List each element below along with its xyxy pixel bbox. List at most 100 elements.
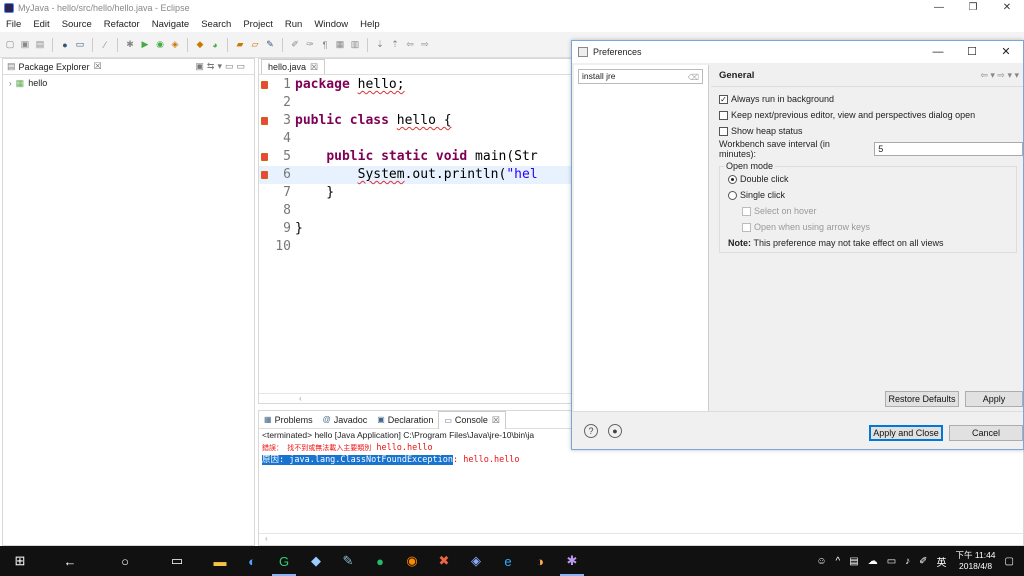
- tab-problems[interactable]: ▦ Problems: [259, 411, 318, 429]
- edge-icon[interactable]: e: [492, 546, 524, 576]
- terminal-icon[interactable]: ▭: [74, 39, 86, 51]
- code-line[interactable]: public class hello {: [295, 112, 571, 130]
- view-toolbar-icons[interactable]: ▣⇆▾▭▭: [195, 61, 248, 72]
- filter-input[interactable]: install jre ⌫: [578, 69, 703, 84]
- volume-icon[interactable]: ♪: [905, 556, 910, 567]
- console-scrollbar[interactable]: ‹: [259, 533, 1023, 545]
- horizontal-scrollbar[interactable]: ‹: [259, 393, 571, 403]
- run-icon[interactable]: ▶: [139, 39, 151, 51]
- highlight-icon[interactable]: ✑: [304, 39, 316, 51]
- code-line[interactable]: [295, 94, 571, 112]
- dialog-close-button[interactable]: ✕: [989, 41, 1023, 63]
- new-icon[interactable]: ▢: [4, 39, 16, 51]
- checkbox[interactable]: [719, 126, 728, 136]
- menu-file[interactable]: File: [0, 19, 27, 30]
- code-line[interactable]: [295, 202, 571, 220]
- close-view-icon[interactable]: ☒: [94, 61, 102, 72]
- menu-navigate[interactable]: Navigate: [146, 19, 196, 30]
- console-output-line[interactable]: 原因: java.lang.ClassNotFoundException: he…: [259, 453, 1023, 465]
- close-tab-icon[interactable]: ☒: [310, 62, 318, 73]
- file-explorer-icon[interactable]: ▬: [204, 546, 236, 576]
- pen-icon[interactable]: ✐: [919, 556, 927, 567]
- search-icon[interactable]: ○: [100, 546, 150, 576]
- open-type-icon[interactable]: ▰: [234, 39, 246, 51]
- dialog-minimize-button[interactable]: —: [921, 41, 955, 63]
- page-nav-icons[interactable]: ⇦ ▾ ⇨ ▾ ▾: [980, 70, 1019, 81]
- skip-breakpoints-icon[interactable]: ⁄: [99, 39, 111, 51]
- code-area[interactable]: package hello; public class hello { publ…: [295, 76, 571, 396]
- clear-filter-icon[interactable]: ⌫: [688, 71, 699, 84]
- import-export-icon[interactable]: ●: [608, 424, 622, 438]
- menu-source[interactable]: Source: [56, 19, 98, 30]
- editor-tab-hello-java[interactable]: hello.java ☒: [261, 59, 326, 74]
- minimize-button[interactable]: —: [922, 0, 956, 16]
- block-select-icon[interactable]: ▦: [334, 39, 346, 51]
- menu-edit[interactable]: Edit: [27, 19, 55, 30]
- single-click-radio[interactable]: Single click: [720, 187, 1016, 203]
- new-class-icon[interactable]: ◕: [209, 39, 221, 51]
- next-annotation-icon[interactable]: ⇣: [374, 39, 386, 51]
- keep-dialog-open-checkbox[interactable]: Keep next/previous editor, view and pers…: [711, 107, 1023, 123]
- checkbox-checked[interactable]: ✓: [719, 94, 728, 104]
- apply-and-close-button[interactable]: Apply and Close: [869, 425, 943, 441]
- show-whitespace-icon[interactable]: ▥: [349, 39, 361, 51]
- help-icon[interactable]: ?: [584, 424, 598, 438]
- chrome-google-icon[interactable]: G: [268, 546, 300, 576]
- code-line[interactable]: }: [295, 184, 571, 202]
- paint-icon[interactable]: ✎: [332, 546, 364, 576]
- code-line[interactable]: public static void main(Str: [295, 148, 571, 166]
- debug-icon[interactable]: ✱: [124, 39, 136, 51]
- new-java-project-icon[interactable]: ◆: [194, 39, 206, 51]
- code-line[interactable]: System.out.println("hel: [295, 166, 571, 184]
- code-line[interactable]: }: [295, 220, 571, 238]
- task-view-icon[interactable]: ▭: [150, 546, 204, 576]
- xampp-icon[interactable]: ✖: [428, 546, 460, 576]
- code-editor[interactable]: hello.java ☒ 1 2 3 4 5 6 7 8 9 10 packag…: [258, 58, 572, 404]
- restore-button[interactable]: ❐: [956, 0, 990, 16]
- save-icon[interactable]: ▣: [19, 39, 31, 51]
- coverage-icon[interactable]: ◉: [154, 39, 166, 51]
- annotation-icon[interactable]: ✐: [289, 39, 301, 51]
- back-arrow-icon[interactable]: ←: [40, 546, 100, 576]
- open-task-icon[interactable]: ▱: [249, 39, 261, 51]
- workbench-interval-input[interactable]: 5: [874, 142, 1023, 156]
- package-explorer-tab[interactable]: Package Explorer: [19, 62, 90, 72]
- close-console-icon[interactable]: ☒: [492, 415, 500, 426]
- restore-defaults-button[interactable]: Restore Defaults: [885, 391, 959, 407]
- cancel-button[interactable]: Cancel: [949, 425, 1023, 441]
- menu-run[interactable]: Run: [279, 19, 308, 30]
- whitespace-icon[interactable]: ¶: [319, 39, 331, 51]
- media-player-icon[interactable]: ◐: [236, 546, 268, 576]
- tab-console[interactable]: ▭ Console ☒: [438, 410, 506, 429]
- tab-declaration[interactable]: ▣ Declaration: [372, 411, 438, 429]
- taskbar-clock[interactable]: 下午 11:44 2018/4/8: [956, 550, 996, 572]
- tab-javadoc[interactable]: @ Javadoc: [318, 411, 373, 429]
- firefox-icon[interactable]: ◉: [396, 546, 428, 576]
- menu-refactor[interactable]: Refactor: [98, 19, 146, 30]
- line-messenger-icon[interactable]: ●: [364, 546, 396, 576]
- network-icon[interactable]: ▭: [887, 556, 896, 567]
- back-icon[interactable]: ⇦: [404, 39, 416, 51]
- double-click-radio[interactable]: Double click: [720, 171, 1016, 187]
- external-tools-icon[interactable]: ◈: [169, 39, 181, 51]
- ime-indicator[interactable]: 英: [937, 554, 947, 569]
- eclipse-icon[interactable]: ◑: [524, 546, 556, 576]
- eclipse-running-icon[interactable]: ✱: [556, 546, 588, 576]
- show-hidden-icon[interactable]: ^: [836, 556, 841, 567]
- search-icon[interactable]: ✎: [264, 39, 276, 51]
- menu-help[interactable]: Help: [354, 19, 386, 30]
- people-icon[interactable]: ☺: [816, 556, 826, 567]
- save-all-icon[interactable]: ▤: [34, 39, 46, 51]
- code-line[interactable]: package hello;: [295, 76, 571, 94]
- close-button[interactable]: ✕: [990, 0, 1024, 16]
- virtualbox-icon[interactable]: ◈: [460, 546, 492, 576]
- apply-button[interactable]: Apply: [965, 391, 1023, 407]
- notifications-icon[interactable]: ▢: [1005, 556, 1014, 567]
- checkbox[interactable]: [719, 110, 728, 120]
- windows-start-icon[interactable]: ⊞: [0, 546, 40, 576]
- menu-window[interactable]: Window: [308, 19, 354, 30]
- onedrive-icon[interactable]: ☁: [868, 556, 878, 567]
- menu-project[interactable]: Project: [237, 19, 279, 30]
- show-heap-status-checkbox[interactable]: Show heap status: [711, 123, 1023, 139]
- prev-annotation-icon[interactable]: ⇡: [389, 39, 401, 51]
